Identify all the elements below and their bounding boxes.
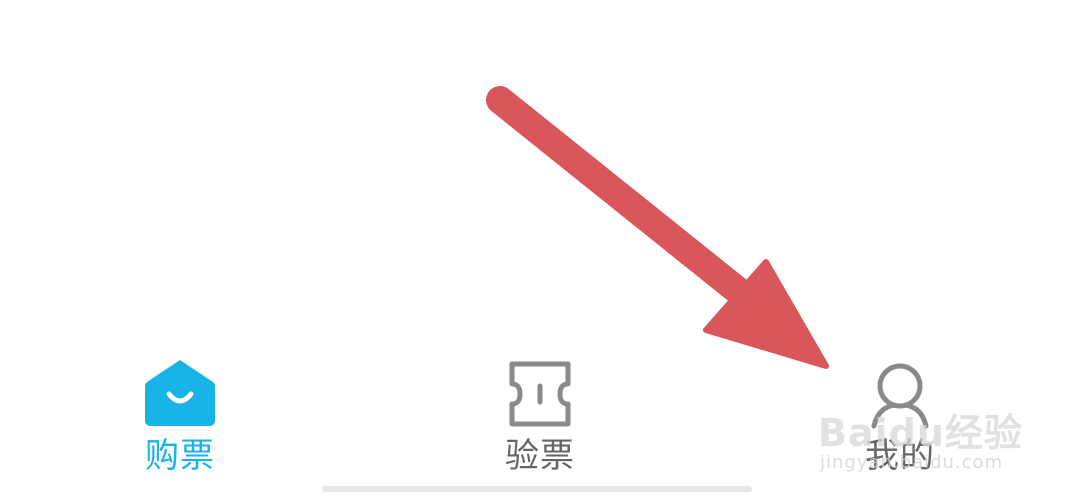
tab-buy-ticket-label: 购票 — [145, 436, 215, 476]
ticket-check-icon — [500, 358, 580, 430]
content-area — [0, 0, 1072, 350]
ticket-shop-icon — [140, 358, 220, 430]
tab-buy-ticket[interactable]: 购票 — [90, 358, 270, 483]
tab-check-ticket-label: 验票 — [505, 436, 575, 476]
tab-mine[interactable]: 我的 — [810, 358, 990, 483]
tab-mine-label: 我的 — [865, 436, 935, 476]
tab-check-ticket[interactable]: 验票 — [450, 358, 630, 483]
user-icon — [860, 358, 940, 430]
app-screen: 购票 验票 我的 Baidu经验 jingyan.baidu.com — [0, 0, 1072, 496]
bottom-tab-bar: 购票 验票 我的 — [0, 350, 1072, 496]
home-indicator — [322, 486, 752, 492]
